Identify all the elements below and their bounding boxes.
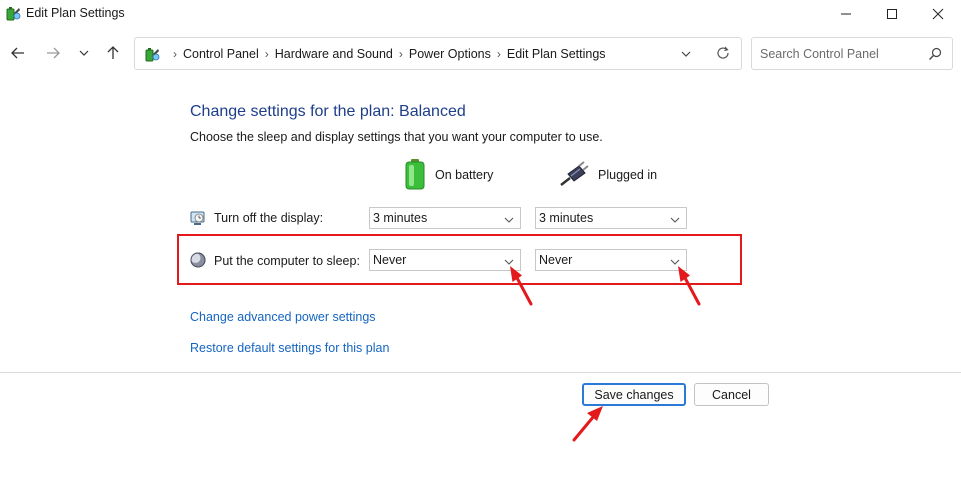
breadcrumb-hardware-and-sound[interactable]: Hardware and Sound: [275, 47, 393, 61]
restore-defaults-link[interactable]: Restore default settings for this plan: [190, 341, 389, 355]
power-options-icon: [4, 4, 22, 22]
select-value: 3 minutes: [373, 211, 428, 225]
recent-locations-button[interactable]: [73, 42, 95, 64]
minimize-button[interactable]: [823, 0, 869, 28]
battery-icon: [403, 158, 427, 193]
breadcrumb-control-panel[interactable]: Control Panel: [183, 47, 259, 61]
annotation-arrow-icon: [572, 406, 603, 442]
sleep-battery-select[interactable]: Never: [369, 249, 521, 271]
select-value: 3 minutes: [539, 211, 594, 225]
search-placeholder: Search Control Panel: [760, 47, 879, 61]
advanced-settings-link[interactable]: Change advanced power settings: [190, 310, 376, 324]
divider: [0, 372, 961, 373]
breadcrumb-edit-plan-settings[interactable]: Edit Plan Settings: [507, 47, 606, 61]
minimize-icon: [841, 13, 851, 15]
chevron-down-icon: [79, 50, 89, 56]
page-title: Change settings for the plan: Balanced: [190, 103, 466, 120]
setting-label-sleep: Put the computer to sleep:: [214, 254, 360, 268]
chevron-down-icon: [504, 214, 514, 224]
arrow-up-icon: [107, 46, 119, 59]
breadcrumb-separator: ›: [496, 46, 501, 61]
column-label-plugged: Plugged in: [598, 168, 658, 182]
address-bar[interactable]: › Control Panel › Hardware and Sound › P…: [134, 37, 742, 70]
display-plugged-select[interactable]: 3 minutes: [535, 207, 687, 229]
chevron-down-icon: [670, 214, 680, 224]
annotation-arrow-icon: [510, 266, 533, 306]
search-icon[interactable]: [928, 47, 942, 61]
select-value: Never: [373, 253, 407, 267]
breadcrumb-separator: ›: [173, 46, 177, 61]
up-button[interactable]: [102, 42, 124, 64]
breadcrumb-power-options[interactable]: Power Options: [409, 47, 491, 61]
search-input[interactable]: Search Control Panel: [751, 37, 953, 70]
close-icon: [932, 8, 944, 20]
sleep-plugged-select[interactable]: Never: [535, 249, 687, 271]
maximize-icon: [887, 9, 897, 19]
display-battery-select[interactable]: 3 minutes: [369, 207, 521, 229]
setting-label-display: Turn off the display:: [214, 211, 324, 225]
arrow-left-icon: [11, 47, 24, 59]
window-title: Edit Plan Settings: [26, 6, 125, 20]
page-subtitle: Choose the sleep and display settings th…: [190, 130, 603, 144]
breadcrumb: › Control Panel › Hardware and Sound › P…: [143, 38, 606, 69]
column-header-battery: On battery: [403, 158, 493, 192]
address-history-chevron-icon[interactable]: [679, 47, 693, 61]
breadcrumb-separator: ›: [264, 46, 269, 61]
column-label-battery: On battery: [435, 168, 494, 182]
monitor-icon: [190, 210, 206, 226]
refresh-icon[interactable]: [715, 45, 731, 61]
forward-button[interactable]: [42, 42, 64, 64]
column-header-plugged: Plugged in: [560, 158, 657, 192]
close-button[interactable]: [915, 0, 961, 28]
annotation-arrow-icon: [678, 266, 701, 306]
back-button[interactable]: [7, 42, 29, 64]
power-plug-icon: [560, 160, 590, 190]
moon-icon: [190, 252, 206, 268]
control-panel-icon: [143, 45, 161, 63]
breadcrumb-separator: ›: [398, 46, 403, 61]
title-bar: Edit Plan Settings: [0, 0, 961, 28]
maximize-button[interactable]: [869, 0, 915, 28]
select-value: Never: [539, 253, 573, 267]
arrow-right-icon: [47, 47, 60, 59]
cancel-button[interactable]: Cancel: [694, 383, 769, 406]
